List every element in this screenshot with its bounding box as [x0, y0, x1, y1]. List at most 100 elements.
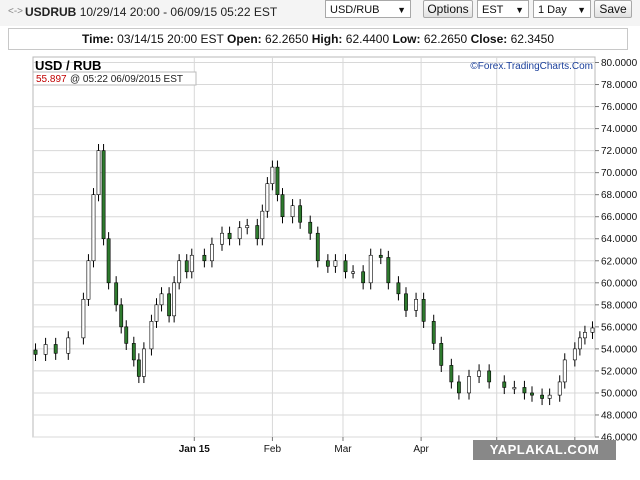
candle-body	[547, 394, 552, 399]
time-value: 03/14/15 20:00 EST	[117, 32, 224, 46]
y-tick-label: 70.0000	[601, 168, 638, 179]
y-tick-label: 74.0000	[601, 124, 638, 135]
candle-body	[572, 348, 577, 361]
ohlc-info-bar: Time: 03/14/15 20:00 EST Open: 62.2650 H…	[8, 28, 628, 50]
candle-body	[172, 282, 177, 317]
save-button[interactable]: Save	[594, 0, 632, 18]
chart-title: USD / RUB	[35, 58, 101, 73]
candle-body	[577, 337, 582, 350]
symbol-select-value: USD/RUB	[330, 4, 380, 16]
candle-body	[351, 271, 355, 274]
symbol-select[interactable]: USD/RUB ▼	[325, 0, 411, 18]
high-label: High:	[311, 32, 343, 46]
candle-body	[378, 254, 383, 258]
candle-body	[101, 150, 106, 240]
close-value: 62.3450	[510, 32, 554, 46]
y-tick-label: 78.0000	[601, 80, 638, 91]
timezone-select[interactable]: EST ▼	[477, 0, 529, 18]
candle-body	[220, 232, 224, 245]
y-tick-label: 76.0000	[601, 102, 638, 113]
candle-body	[467, 376, 471, 394]
candle-body	[106, 238, 111, 284]
candle-body	[557, 381, 562, 396]
candle-body	[202, 254, 207, 262]
interval-select-value: 1 Day	[538, 4, 567, 16]
x-tick-label: Jan 15	[179, 444, 211, 455]
time-label: Time:	[82, 32, 114, 46]
candle-body	[502, 381, 507, 388]
candle-body	[562, 359, 567, 383]
candle-body	[184, 260, 189, 273]
y-tick-label: 56.0000	[601, 322, 638, 333]
candle-body	[43, 344, 48, 355]
candle-body	[343, 260, 348, 273]
candle-body	[154, 304, 159, 322]
candle-body	[512, 387, 517, 390]
candle-body	[136, 359, 141, 377]
chart-container[interactable]: 80.0000 78.0000 76.0000 74.0000 72.0000 70.00…	[4, 52, 638, 480]
candle-body	[325, 260, 330, 267]
symbol-label: USDRUB	[25, 5, 77, 19]
timezone-select-value: EST	[482, 4, 504, 16]
y-tick-label: 72.0000	[601, 146, 638, 157]
y-tick-label: 80.0000	[601, 58, 638, 69]
candle-body	[414, 299, 418, 311]
candle-body	[260, 210, 265, 240]
options-button[interactable]: Options	[423, 0, 473, 18]
y-tick-label: 60.0000	[601, 278, 638, 289]
candle-body	[315, 232, 320, 262]
candle-body	[386, 257, 391, 284]
candle-body	[477, 370, 481, 377]
y-axis: 80.0000 78.0000 76.0000 74.0000 72.0000 70.00…	[595, 58, 638, 444]
candle-body	[368, 254, 373, 284]
candle-body	[210, 243, 214, 262]
candle-body	[119, 304, 124, 328]
candle-body	[159, 293, 164, 306]
candle-body	[333, 260, 338, 267]
candle-body	[431, 321, 436, 344]
y-tick-label: 64.0000	[601, 234, 638, 245]
y-tick-label: 58.0000	[601, 300, 638, 311]
high-value: 62.4400	[345, 32, 390, 46]
candle-body	[91, 194, 96, 262]
symbol-range-title: USDRUB 10/29/14 20:00 - 06/09/15 05:22 E…	[25, 5, 277, 19]
candle-body	[298, 205, 303, 223]
candle-body	[131, 343, 136, 361]
close-label: Close:	[470, 32, 508, 46]
candle-body	[189, 254, 194, 273]
candle-body	[265, 183, 270, 212]
candle-body	[590, 327, 595, 333]
candle-body	[280, 194, 285, 218]
last-value: 55.897	[36, 74, 67, 85]
candle-body	[81, 299, 86, 339]
candle-body	[96, 150, 101, 195]
y-tick-label: 62.0000	[601, 256, 638, 267]
candle-body	[449, 365, 454, 383]
low-value: 62.2650	[423, 32, 468, 46]
candle-body	[114, 282, 119, 306]
candle-body	[396, 282, 401, 295]
candle-body	[308, 221, 313, 234]
scroll-arrows-icon[interactable]: <->	[8, 6, 23, 17]
candle-body	[149, 321, 154, 350]
interval-select[interactable]: 1 Day ▼	[533, 0, 591, 18]
dropdown-arrow-icon: ▼	[577, 5, 586, 15]
plot-area	[32, 56, 596, 438]
candle-body	[275, 166, 280, 195]
dropdown-arrow-icon: ▼	[397, 5, 406, 15]
candle-body	[421, 299, 426, 322]
source-credit: ©Forex.TradingCharts.Com	[470, 61, 593, 72]
candle-body	[177, 260, 182, 284]
y-tick-label: 68.0000	[601, 190, 638, 201]
candle-body	[141, 348, 146, 377]
open-value: 62.2650	[265, 32, 309, 46]
y-tick-label: 50.0000	[601, 388, 638, 399]
candle-body	[583, 332, 587, 339]
candle-body	[439, 343, 444, 366]
price-chart[interactable]: 80.0000 78.0000 76.0000 74.0000 72.0000 70.00…	[4, 52, 638, 480]
candle-body	[53, 344, 58, 354]
candle-body	[167, 293, 171, 317]
y-tick-label: 54.0000	[601, 344, 638, 355]
candle-body	[124, 326, 129, 344]
candle-body	[404, 293, 408, 311]
